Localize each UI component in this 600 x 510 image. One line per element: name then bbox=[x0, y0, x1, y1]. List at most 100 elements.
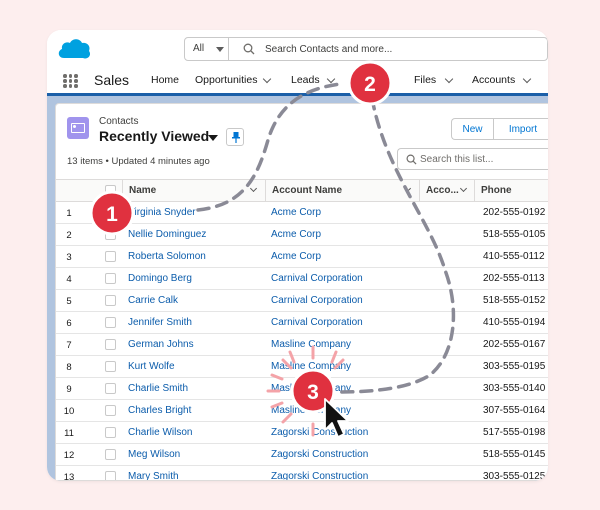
caret-down-icon[interactable] bbox=[208, 135, 218, 141]
phone-cell: 303-555-0125 bbox=[483, 471, 546, 481]
table-row[interactable]: 7 German Johns Masline Company 202-555-0167 bbox=[56, 334, 548, 356]
row-checkbox[interactable] bbox=[105, 229, 116, 240]
account-name-link[interactable]: Carnival Corporation bbox=[271, 295, 363, 306]
row-checkbox[interactable] bbox=[105, 383, 116, 394]
account-name-link[interactable]: Zagorski Construction bbox=[271, 449, 368, 460]
account-name-link[interactable]: Masline Company bbox=[271, 405, 351, 416]
column-header-phone[interactable]: Phone bbox=[474, 180, 548, 201]
chevron-down-icon[interactable] bbox=[403, 184, 412, 193]
new-button[interactable]: New bbox=[452, 119, 494, 139]
contact-card-icon bbox=[67, 117, 89, 139]
chevron-down-icon[interactable] bbox=[249, 184, 258, 193]
row-checkbox[interactable] bbox=[105, 427, 116, 438]
nav-item-accounts[interactable]: Accounts bbox=[472, 74, 515, 86]
row-number: 3 bbox=[66, 252, 72, 263]
account-name-link[interactable]: Acme Corp bbox=[271, 229, 321, 240]
column-header-name[interactable]: Name bbox=[122, 180, 265, 201]
row-checkbox[interactable] bbox=[105, 207, 116, 218]
contact-name-link[interactable]: German Johns bbox=[128, 339, 194, 350]
contact-name-link[interactable]: Jennifer Smith bbox=[128, 317, 192, 328]
contact-name-link[interactable]: Carrie Calk bbox=[128, 295, 178, 306]
app-nav-bar: Sales Home Opportunities Leads Files Acc… bbox=[47, 66, 548, 96]
column-label: Phone bbox=[481, 185, 512, 196]
table-row[interactable]: 2 Nellie Dominguez Acme Corp 518-555-0105 bbox=[56, 224, 548, 246]
account-name-link[interactable]: Masline Company bbox=[271, 361, 351, 372]
contact-name-link[interactable]: Nellie Dominguez bbox=[128, 229, 206, 240]
row-checkbox[interactable] bbox=[105, 251, 116, 262]
phone-cell: 410-555-0194 bbox=[483, 317, 546, 328]
row-checkbox[interactable] bbox=[105, 339, 116, 350]
column-header-account[interactable]: Account Name bbox=[265, 180, 419, 201]
row-number: 6 bbox=[66, 318, 72, 329]
contact-name-link[interactable]: Charles Bright bbox=[128, 405, 191, 416]
column-label: Name bbox=[129, 185, 157, 196]
nav-item-home[interactable]: Home bbox=[151, 74, 179, 86]
table-row[interactable]: 10 Charles Bright Masline Company 307-555-0… bbox=[56, 400, 548, 422]
row-checkbox[interactable] bbox=[105, 449, 116, 460]
table-row[interactable]: 1 Virginia Snyder Acme Corp 202-555-0192 bbox=[56, 202, 548, 224]
account-name-link[interactable]: Zagorski Construction bbox=[271, 427, 368, 438]
contact-name-link[interactable]: Charlie Wilson bbox=[128, 427, 192, 438]
table-row[interactable]: 8 Kurt Wolfe Masline Company 303-555-0195 bbox=[56, 356, 548, 378]
chevron-down-icon[interactable] bbox=[326, 74, 336, 84]
nav-item-opportunities[interactable]: Opportunities bbox=[195, 74, 257, 86]
contact-name-link[interactable]: Virginia Snyder bbox=[128, 207, 196, 218]
account-name-link[interactable]: Zagorski Construction bbox=[271, 471, 368, 480]
chevron-down-icon[interactable] bbox=[522, 74, 532, 84]
table-row[interactable]: 13 Mary Smith Zagorski Construction 303-555… bbox=[56, 466, 548, 481]
salesforce-cloud-logo[interactable] bbox=[56, 36, 92, 61]
search-icon bbox=[406, 154, 417, 165]
phone-cell: 518-555-0145 bbox=[483, 449, 546, 460]
pin-icon bbox=[232, 132, 240, 143]
nav-item-files[interactable]: Files bbox=[414, 74, 436, 86]
row-number: 2 bbox=[66, 230, 72, 241]
table-row[interactable]: 6 Jennifer Smith Carnival Corporation 410-5… bbox=[56, 312, 548, 334]
app-launcher-icon[interactable] bbox=[63, 74, 78, 88]
global-header: All bbox=[47, 30, 548, 66]
table-row[interactable]: 3 Roberta Solomon Acme Corp 410-555-0112 bbox=[56, 246, 548, 268]
table-row[interactable]: 12 Meg Wilson Zagorski Construction 518-555… bbox=[56, 444, 548, 466]
contact-name-link[interactable]: Roberta Solomon bbox=[128, 251, 206, 262]
row-number: 4 bbox=[66, 274, 72, 285]
list-search-input[interactable] bbox=[420, 152, 540, 167]
contact-name-link[interactable]: Domingo Berg bbox=[128, 273, 192, 284]
row-checkbox[interactable] bbox=[105, 471, 116, 480]
table-row[interactable]: 11 Charlie Wilson Zagorski Construction 517… bbox=[56, 422, 548, 444]
chevron-down-icon[interactable] bbox=[459, 184, 468, 193]
nav-item-leads[interactable]: Leads bbox=[291, 74, 320, 86]
row-checkbox[interactable] bbox=[105, 273, 116, 284]
chevron-down-icon[interactable] bbox=[262, 74, 272, 84]
account-name-link[interactable]: Carnival Corporation bbox=[271, 273, 363, 284]
account-name-link[interactable]: Acme Corp bbox=[271, 251, 321, 262]
account-name-link[interactable]: Masline Company bbox=[271, 339, 351, 350]
global-search-input[interactable] bbox=[265, 41, 535, 57]
account-name-link[interactable]: Masline Company bbox=[271, 383, 351, 394]
search-scope-select[interactable]: All bbox=[185, 38, 229, 60]
phone-cell: 202-555-0113 bbox=[483, 273, 545, 284]
caret-down-icon bbox=[216, 47, 224, 52]
table-row[interactable]: 5 Carrie Calk Carnival Corporation 518-555-… bbox=[56, 290, 548, 312]
pin-list-button[interactable] bbox=[226, 128, 244, 146]
table-row[interactable]: 4 Domingo Berg Carnival Corporation 202-555… bbox=[56, 268, 548, 290]
account-name-link[interactable]: Acme Corp bbox=[271, 207, 321, 218]
phone-cell: 410-555-0112 bbox=[483, 251, 545, 262]
list-view-title[interactable]: Recently Viewed bbox=[99, 128, 209, 144]
account-name-link[interactable]: Carnival Corporation bbox=[271, 317, 363, 328]
row-number: 13 bbox=[63, 472, 75, 481]
row-checkbox[interactable] bbox=[105, 405, 116, 416]
select-all-checkbox[interactable] bbox=[105, 185, 116, 196]
contact-name-link[interactable]: Charlie Smith bbox=[128, 383, 188, 394]
import-button[interactable]: Import bbox=[495, 119, 548, 139]
row-checkbox[interactable] bbox=[105, 361, 116, 372]
column-header-account-owner[interactable]: Acco... bbox=[419, 180, 474, 201]
contact-name-link[interactable]: Meg Wilson bbox=[128, 449, 180, 460]
list-search bbox=[397, 148, 548, 170]
contact-name-link[interactable]: Mary Smith bbox=[128, 471, 179, 480]
salesforce-window: All Sales Home Opportunities Leads Files… bbox=[47, 30, 548, 481]
row-checkbox[interactable] bbox=[105, 317, 116, 328]
contact-name-link[interactable]: Kurt Wolfe bbox=[128, 361, 175, 372]
row-checkbox[interactable] bbox=[105, 295, 116, 306]
table-row[interactable]: 9 Charlie Smith Masline Company 303-555-014… bbox=[56, 378, 548, 400]
phone-cell: 303-555-0140 bbox=[483, 383, 546, 394]
chevron-down-icon[interactable] bbox=[444, 74, 454, 84]
